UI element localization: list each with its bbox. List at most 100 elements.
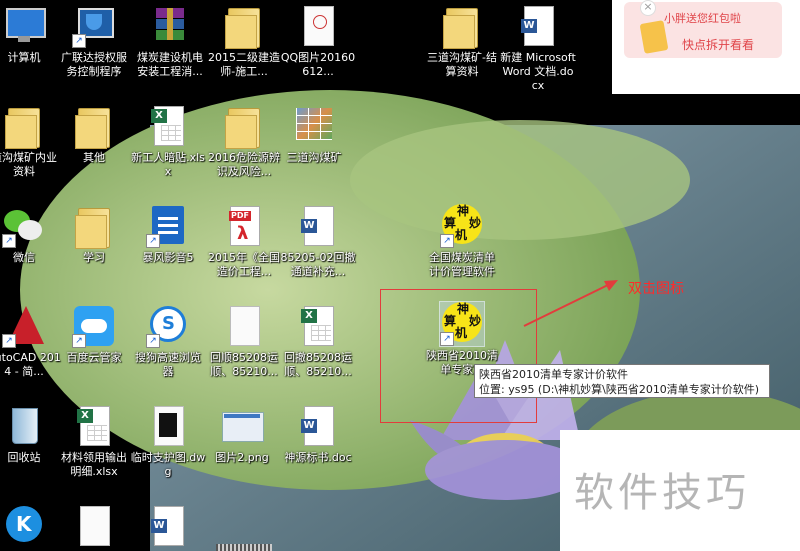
shenji-app-icon: 神 算 妙 机 ↗ bbox=[440, 204, 484, 248]
icon-label: 2015年《全国造价工程... bbox=[208, 251, 280, 278]
desktop-icon-dwg-support[interactable]: 临时支护图.dwg bbox=[130, 404, 206, 479]
desktop-icon-folder-other[interactable]: 其他 bbox=[56, 104, 132, 165]
icon-label: 搜狗高速浏览器 bbox=[135, 351, 201, 378]
icon-label: 百度云管家 bbox=[66, 351, 122, 364]
highlight-rectangle bbox=[380, 289, 537, 423]
word-document-icon: W bbox=[146, 504, 190, 548]
desktop-icon-new-word-doc[interactable]: W 新建 Microsoft Word 文档.docx bbox=[500, 4, 576, 93]
recycle-bin-icon bbox=[2, 404, 46, 448]
cloud-icon: ↗ bbox=[72, 304, 116, 348]
icon-label: 广联达授权服务控制程序 bbox=[61, 51, 127, 78]
icon-label: 微信 bbox=[13, 251, 35, 264]
excel-document-icon: X bbox=[72, 404, 116, 448]
icon-label: 材料领用输出明细.xlsx bbox=[61, 451, 127, 478]
annotation-label: 双击图标 bbox=[628, 281, 684, 297]
popup-title: 小胖送您红包啦 bbox=[664, 12, 741, 25]
icon-label: 回收站 bbox=[7, 451, 41, 464]
icon-label: 全国煤炭清单计价管理软件 bbox=[429, 251, 495, 278]
icon-label: QQ图片20160612... bbox=[280, 51, 356, 78]
desktop-icon-excel-new-workers[interactable]: X 新工人暗贴.xlsx bbox=[130, 104, 206, 179]
image-grid-icon bbox=[292, 104, 336, 148]
icon-label: 神源标书.doc bbox=[284, 451, 352, 464]
icon-label: 回顺85208运顺、85210... bbox=[210, 351, 278, 378]
desktop-icon-excel-85208[interactable]: X 回撤85208运顺、85210... bbox=[280, 304, 356, 379]
image-file-icon bbox=[220, 404, 264, 448]
icon-label: 计算机 bbox=[7, 51, 41, 64]
desktop-icon-partial-word[interactable]: W bbox=[130, 504, 206, 548]
icon-label: 新建 Microsoft Word 文档.docx bbox=[500, 51, 576, 92]
desktop-icon-folder-settlement[interactable]: 三道沟煤矿-结算资料 bbox=[424, 4, 500, 79]
dwg-file-icon bbox=[146, 404, 190, 448]
blank-file-icon bbox=[222, 304, 266, 348]
icon-label: 新工人暗贴.xlsx bbox=[131, 151, 205, 178]
icon-label: 其他 bbox=[83, 151, 105, 164]
desktop-icon-file-85208[interactable]: 回顺85208运顺、85210... bbox=[206, 304, 282, 379]
desktop-icon-qq-image[interactable]: QQ图片20160612... bbox=[280, 4, 356, 79]
desktop-icon-folder-2016-hazard[interactable]: 2016危险源辨识及风险... bbox=[206, 104, 282, 179]
icon-label: 煤炭建设机电安装工程消... bbox=[137, 51, 203, 78]
video-player-icon: ↗ bbox=[146, 204, 190, 248]
word-document-icon: W bbox=[296, 204, 340, 248]
icon-label: 回撤85208运顺、85210... bbox=[284, 351, 352, 378]
desktop-icon-image-grid[interactable]: 三道沟煤矿 bbox=[276, 104, 352, 165]
browser-icon: S ↗ bbox=[146, 304, 190, 348]
desktop-icon-coal-pricing-software[interactable]: 神 算 妙 机 ↗ 全国煤炭清单计价管理软件 bbox=[424, 204, 500, 279]
desktop-icon-word-85205[interactable]: W 85205-02回撤通道补充... bbox=[280, 204, 356, 279]
autocad-icon: ↗ bbox=[2, 304, 46, 348]
icon-label: 临时支护图.dwg bbox=[130, 451, 206, 478]
folder-icon bbox=[222, 104, 266, 149]
watermark-text: 软件技巧 bbox=[574, 470, 750, 516]
archive-icon bbox=[148, 4, 192, 48]
taskbar-fragment bbox=[216, 544, 272, 551]
pdf-document-icon: PDF λ bbox=[222, 204, 266, 248]
folder-icon bbox=[72, 104, 116, 149]
icon-label: 三道沟煤矿 bbox=[286, 151, 342, 164]
desktop-icon-partial-file[interactable] bbox=[56, 504, 132, 548]
icon-label: 2016危险源辨识及风险... bbox=[208, 151, 280, 178]
desktop-icon-partial-app[interactable]: K bbox=[0, 504, 62, 548]
desktop-icon-baidu-cloud[interactable]: ↗ 百度云管家 bbox=[56, 304, 132, 365]
icon-tooltip: 陕西省2010清单专家计价软件 位置: ys95 (D:\神机妙算\陕西省201… bbox=[474, 364, 770, 398]
icon-label: 2015二级建造师-施工... bbox=[208, 51, 280, 78]
folder-icon bbox=[440, 4, 484, 49]
desktop-icon-excel-materials[interactable]: X 材料领用输出明细.xlsx bbox=[56, 404, 132, 479]
desktop-icon-winrar-archive[interactable]: 煤炭建设机电安装工程消... bbox=[132, 4, 208, 79]
desktop-icon-wechat[interactable]: ↗ 微信 bbox=[0, 204, 62, 265]
desktop-icon-computer[interactable]: 计算机 bbox=[0, 4, 62, 65]
image-file-icon bbox=[296, 4, 340, 48]
folder-icon bbox=[72, 204, 116, 249]
folder-icon bbox=[2, 104, 46, 149]
desktop-icon-baofeng[interactable]: ↗ 暴风影音5 bbox=[130, 204, 206, 265]
desktop-icon-folder-study[interactable]: 学习 bbox=[56, 204, 132, 265]
computer-icon bbox=[2, 4, 46, 48]
desktop: 计算机 ↗ 广联达授权服务控制程序 煤炭建设机电安装工程消... 2015二级建… bbox=[0, 0, 800, 551]
tooltip-location: 位置: ys95 (D:\神机妙算\陕西省2010清单专家计价软件) bbox=[479, 383, 760, 396]
excel-document-icon: X bbox=[146, 104, 190, 148]
desktop-icon-glodon-service[interactable]: ↗ 广联达授权服务控制程序 bbox=[56, 4, 132, 79]
blank-file-icon bbox=[72, 504, 116, 548]
word-document-icon: W bbox=[516, 4, 560, 48]
icon-label: 三道沟煤矿-结算资料 bbox=[427, 51, 497, 78]
icon-label: 85205-02回撤通道补充... bbox=[280, 251, 356, 278]
excel-document-icon: X bbox=[296, 304, 340, 348]
icon-label: AutoCAD 2014 - 简... bbox=[0, 351, 61, 378]
desktop-icon-recycle-bin[interactable]: 回收站 bbox=[0, 404, 62, 465]
desktop-icon-folder-2015[interactable]: 2015二级建造师-施工... bbox=[206, 4, 282, 79]
close-icon[interactable]: × bbox=[640, 0, 656, 16]
app-k-icon: K bbox=[2, 504, 46, 548]
icon-label: 道沟煤矿内业资料 bbox=[0, 151, 57, 178]
icon-label: 图片2.png bbox=[215, 451, 269, 464]
desktop-icon-sogou-browser[interactable]: S ↗ 搜狗高速浏览器 bbox=[130, 304, 206, 379]
desktop-icon-word-bid[interactable]: W 神源标书.doc bbox=[280, 404, 356, 465]
desktop-icon-autocad[interactable]: ↗ AutoCAD 2014 - 简... bbox=[0, 304, 62, 379]
icon-label: 暴风影音5 bbox=[142, 251, 194, 264]
wechat-icon: ↗ bbox=[2, 204, 46, 248]
desktop-icon-folder-coal-mine[interactable]: 道沟煤矿内业资料 bbox=[0, 104, 62, 179]
popup-open-link[interactable]: 快点拆开看看 bbox=[682, 36, 754, 53]
word-document-icon: W bbox=[296, 404, 340, 448]
icon-label: 学习 bbox=[83, 251, 105, 264]
desktop-icon-pdf-2015[interactable]: PDF λ 2015年《全国造价工程... bbox=[206, 204, 282, 279]
tooltip-title: 陕西省2010清单专家计价软件 bbox=[479, 368, 628, 381]
desktop-icon-png-image2[interactable]: 图片2.png bbox=[204, 404, 280, 465]
folder-icon bbox=[222, 4, 266, 49]
